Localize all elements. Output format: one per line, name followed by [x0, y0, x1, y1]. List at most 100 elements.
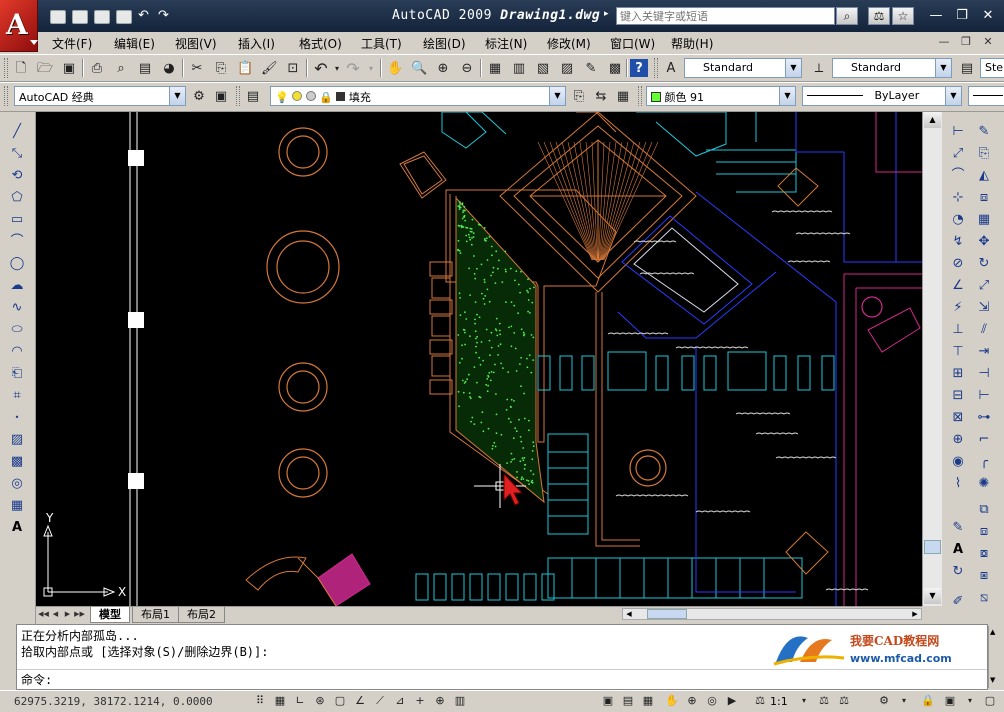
line-icon[interactable]: ╱	[7, 122, 27, 141]
trim-icon[interactable]: ⫽	[974, 320, 994, 339]
object-snap-icon[interactable]: ▢	[332, 693, 348, 709]
tab-prev-icon[interactable]: ◀	[50, 608, 61, 621]
scroll-down-icon[interactable]: ▼	[924, 588, 941, 604]
doc-minimize-button[interactable]: —	[936, 35, 952, 49]
point-icon[interactable]: •	[7, 408, 27, 427]
auto-scale-icon[interactable]: ⚖	[836, 693, 852, 709]
rotate-icon[interactable]: ↻	[974, 254, 994, 273]
tab-next-icon[interactable]: ▶	[62, 608, 73, 621]
circle-icon[interactable]: ◯	[7, 254, 27, 273]
menu-modify[interactable]: 修改(M)	[547, 35, 591, 52]
dim-continue-icon[interactable]: ⊤	[948, 342, 968, 361]
open-file-icon[interactable]	[72, 10, 88, 24]
revision-cloud-icon[interactable]: ☁	[7, 276, 27, 295]
mirror-icon[interactable]: ◭	[974, 166, 994, 185]
dim-angular-icon[interactable]: ∠	[948, 276, 968, 295]
dim-style-icon[interactable]: ✐	[948, 592, 968, 611]
help-icon[interactable]: ?	[630, 59, 648, 77]
cut-icon[interactable]: ✂	[188, 59, 206, 77]
zoom-previous-icon[interactable]: ⊖	[458, 59, 476, 77]
arc-icon[interactable]: ⌒	[7, 232, 27, 251]
chevron-down-icon[interactable]: ▾	[796, 693, 812, 709]
construction-line-icon[interactable]: ⤡	[7, 144, 27, 163]
scroll-left-icon[interactable]: ◀	[623, 609, 635, 619]
scroll-down-icon[interactable]: ▼	[990, 676, 995, 684]
search-expand-icon[interactable]: ▸	[604, 9, 609, 19]
dim-break-icon[interactable]: ⊟	[948, 386, 968, 405]
region-icon[interactable]: ◎	[7, 474, 27, 493]
dim-arc-icon[interactable]: ⌒	[948, 166, 968, 185]
gradient-icon[interactable]: ▩	[7, 452, 27, 471]
dim-radius-icon[interactable]: ◔	[948, 210, 968, 229]
paste-icon[interactable]: 📋	[236, 59, 254, 77]
dim-update-icon[interactable]: ↻	[948, 562, 968, 581]
tab-last-icon[interactable]: ▶▶	[74, 608, 85, 621]
sheet-set-icon[interactable]: ▨	[558, 59, 576, 77]
chamfer-icon[interactable]: ⌐	[974, 430, 994, 449]
chevron-down-icon[interactable]: ▾	[896, 693, 912, 709]
dim-aligned-icon[interactable]: ⤢	[948, 144, 968, 163]
block-editor-icon[interactable]: ⊡	[284, 59, 302, 77]
doc-close-button[interactable]: ✕	[980, 35, 996, 49]
scroll-up-icon[interactable]: ▲	[990, 628, 995, 636]
steering-wheel-icon[interactable]: ◎	[704, 693, 720, 709]
layer-select[interactable]: 💡 🔒 填充 ▼	[270, 86, 566, 106]
fillet-icon[interactable]: ╭	[974, 452, 994, 471]
inspection-icon[interactable]: ◉	[948, 452, 968, 471]
favorites-star-icon[interactable]: ☆	[892, 7, 914, 25]
toolbar-lock-icon[interactable]: 🔒	[920, 693, 936, 709]
dim-edit-icon[interactable]: ✎	[948, 518, 968, 537]
print-icon[interactable]	[116, 10, 132, 24]
3d-dwf-icon[interactable]: ◕	[160, 59, 178, 77]
menu-edit[interactable]: 编辑(E)	[114, 35, 155, 52]
join-icon[interactable]: ⊶	[974, 408, 994, 427]
text-style-icon[interactable]: A	[662, 59, 680, 77]
ellipse-icon[interactable]: ⬭	[7, 320, 27, 339]
status-menu-icon[interactable]: ▾	[962, 693, 978, 709]
workspace-switch-icon[interactable]: ⚙	[876, 693, 892, 709]
match-properties-icon[interactable]: 🖌	[260, 59, 278, 77]
otrack-icon[interactable]: ∠	[352, 693, 368, 709]
annotation-scale-icon[interactable]: ⚖	[752, 693, 768, 709]
extend-icon[interactable]: ⇥	[974, 342, 994, 361]
erase-icon[interactable]: ✎	[974, 122, 994, 141]
close-button[interactable]: ✕	[978, 8, 998, 24]
center-mark-icon[interactable]: ⊕	[948, 430, 968, 449]
linetype-select[interactable]: ByLayer ▼	[802, 86, 962, 106]
dim-ordinate-icon[interactable]: ⊹	[948, 188, 968, 207]
tab-first-icon[interactable]: ◀◀	[38, 608, 49, 621]
model-space-icon[interactable]: ▣	[600, 693, 616, 709]
lineweight-select[interactable]	[968, 86, 1004, 106]
rectangle-icon[interactable]: ▭	[7, 210, 27, 229]
menu-tools[interactable]: 工具(T)	[361, 35, 402, 52]
polygon-icon[interactable]: ⬠	[7, 188, 27, 207]
restore-button[interactable]: ❐	[952, 8, 972, 24]
dim-jogged-icon[interactable]: ↯	[948, 232, 968, 251]
workspace-settings-icon[interactable]: ⚙	[190, 87, 208, 105]
search-input[interactable]	[616, 7, 835, 25]
move-icon[interactable]: ✥	[974, 232, 994, 251]
copy-icon[interactable]: ⎘	[212, 59, 230, 77]
undo-icon[interactable]: ↶	[138, 9, 154, 24]
layer-manager-icon[interactable]: ▤	[244, 87, 262, 105]
menu-view[interactable]: 视图(V)	[175, 35, 217, 52]
horizontal-scrollbar[interactable]: ◀ ▶	[622, 608, 922, 620]
menu-format[interactable]: 格式(O)	[299, 35, 342, 52]
break-at-point-icon[interactable]: ⊣	[974, 364, 994, 383]
ellipse-arc-icon[interactable]: ◠	[7, 342, 27, 361]
design-center-icon[interactable]: ▥	[510, 59, 528, 77]
menu-insert[interactable]: 插入(I)	[238, 35, 275, 52]
text-style-select[interactable]: Standard ▼	[684, 58, 802, 78]
tab-layout2[interactable]: 布局2	[178, 607, 225, 623]
explode-icon[interactable]: ✺	[974, 474, 994, 493]
grid-display-icon[interactable]: ▦	[272, 693, 288, 709]
plot-preview-icon[interactable]: ⌕	[112, 59, 130, 77]
command-scrollbar[interactable]: ▲ ▼	[988, 626, 1002, 688]
spline-icon[interactable]: ∿	[7, 298, 27, 317]
pan-icon[interactable]: ✋	[664, 693, 680, 709]
break-icon[interactable]: ⊢	[974, 386, 994, 405]
copy-object-icon[interactable]: ⎘	[974, 144, 994, 163]
menu-window[interactable]: 窗口(W)	[610, 35, 655, 52]
quick-dim-icon[interactable]: ⚡	[948, 298, 968, 317]
stretch-icon[interactable]: ⇲	[974, 298, 994, 317]
